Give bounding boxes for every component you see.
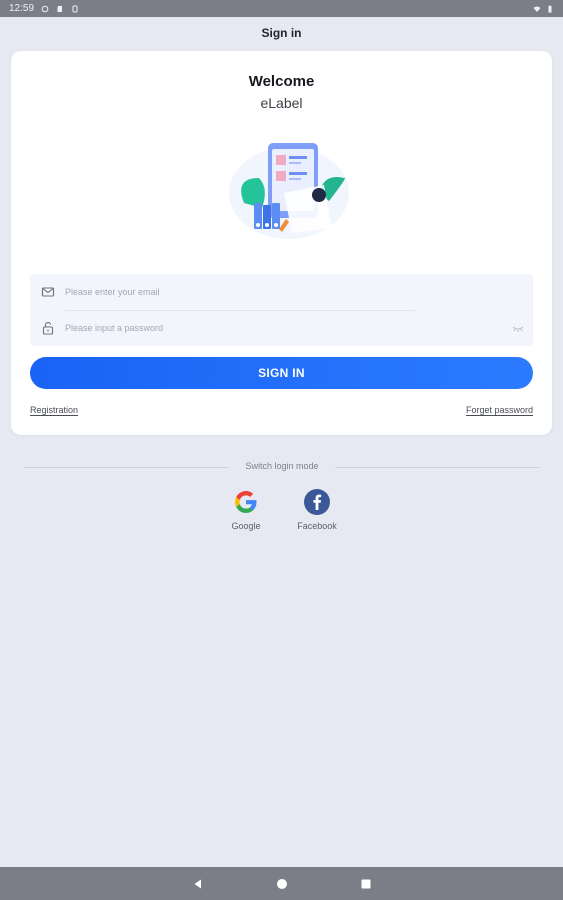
divider-line — [335, 467, 540, 468]
registration-link[interactable]: Registration — [30, 405, 78, 415]
page-header: Sign in — [0, 17, 563, 48]
password-row — [30, 310, 533, 346]
login-card: Welcome eLabel Please enter your email S… — [11, 51, 552, 435]
forget-password-link[interactable]: Forget password — [466, 405, 533, 415]
google-label: Google — [231, 521, 261, 531]
storage-icon — [72, 5, 78, 12]
wifi-icon — [533, 6, 541, 12]
login-form — [30, 274, 533, 346]
email-field[interactable] — [65, 283, 485, 301]
switch-login-divider: Switch login mode — [24, 460, 540, 474]
google-login-button[interactable]: Google — [216, 488, 276, 531]
password-field[interactable] — [65, 319, 485, 337]
facebook-label: Facebook — [297, 521, 337, 531]
app-name: eLabel — [260, 95, 303, 111]
sd-card-icon — [57, 5, 63, 12]
recents-icon[interactable] — [360, 878, 372, 890]
switch-login-title: Switch login mode — [245, 461, 319, 471]
page-title: Sign in — [261, 25, 302, 40]
facebook-login-button[interactable]: Facebook — [287, 488, 347, 531]
mail-icon — [41, 287, 55, 297]
lock-icon — [42, 321, 54, 335]
facebook-icon — [304, 489, 330, 515]
sync-icon — [41, 5, 49, 12]
battery-icon — [548, 5, 552, 13]
welcome-heading: Welcome — [248, 73, 315, 90]
status-time: 12:59 — [9, 3, 35, 14]
status-bar: 12:59 — [0, 0, 563, 17]
email-row — [30, 274, 533, 311]
navigation-bar — [0, 867, 563, 900]
eye-closed-icon[interactable] — [512, 323, 524, 333]
sign-in-button[interactable]: SIGN IN — [30, 357, 533, 389]
back-icon[interactable] — [192, 878, 204, 890]
home-icon[interactable] — [276, 878, 288, 890]
label-illustration — [229, 143, 349, 239]
google-icon — [235, 491, 257, 513]
